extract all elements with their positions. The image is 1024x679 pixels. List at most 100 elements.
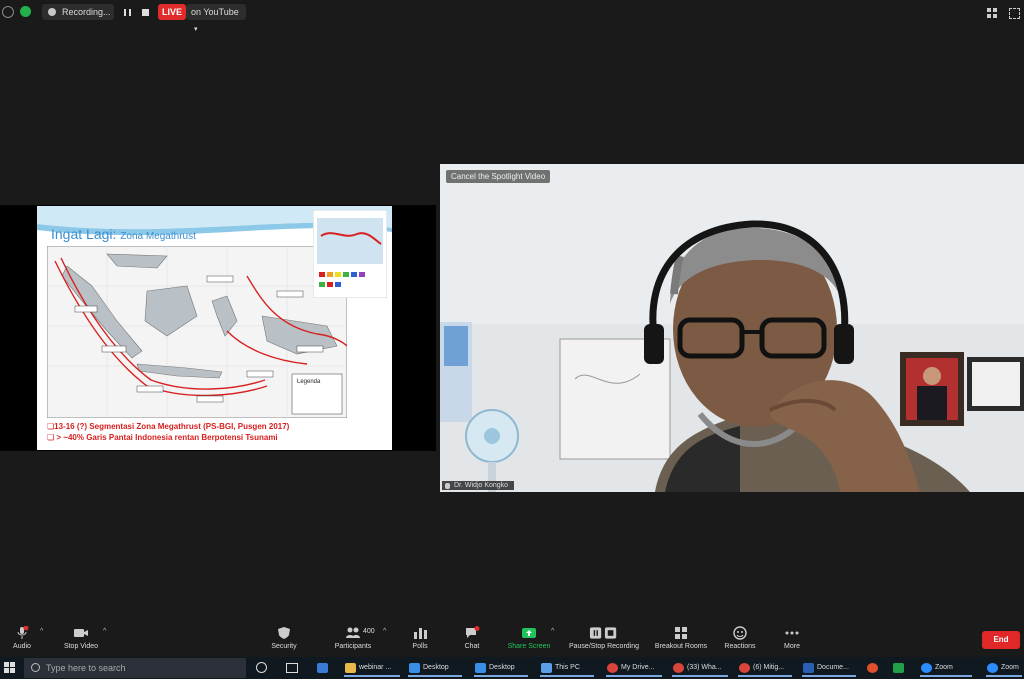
pause-stop-recording-button[interactable]: Pause/Stop Recording — [564, 620, 644, 657]
chat-button[interactable]: Chat — [456, 620, 488, 657]
map-legend-title: Legenda — [297, 379, 321, 385]
megathrust-map: Legenda — [47, 246, 347, 418]
participant-video: Cancel the Spotlight Video Dr. Widjo Kon… — [440, 164, 1024, 492]
more-button[interactable]: More — [776, 620, 808, 657]
live-destination-label: on YouTube — [191, 7, 239, 17]
media-app-icon — [867, 663, 878, 673]
presentation-slide: Ingat Lagi: Zona Megathrust Legenda ❏13-… — [37, 206, 392, 450]
video-camera-icon — [74, 629, 88, 637]
word-icon — [803, 663, 814, 673]
taskbar-item-zoom-2[interactable]: Zoom — [984, 659, 1024, 677]
end-meeting-button[interactable]: End — [982, 631, 1020, 649]
slide-title-main: Ingat Lagi: — [51, 226, 117, 242]
windows-taskbar: Type here to search webinar ... Desktop … — [0, 657, 1024, 679]
security-button[interactable]: Security — [266, 620, 302, 657]
chrome-icon — [739, 663, 750, 673]
search-placeholder: Type here to search — [46, 663, 126, 673]
participants-label: Participants — [334, 643, 372, 650]
stop-recording-icon[interactable] — [142, 9, 149, 16]
taskbar-item-webinar[interactable]: webinar ... — [342, 659, 402, 677]
taskbar-app-media[interactable] — [864, 659, 884, 677]
pause-stop-recording-label: Pause/Stop Recording — [568, 643, 640, 650]
taskbar-item-desktop-2[interactable]: Desktop — [472, 659, 530, 677]
breakout-rooms-icon — [675, 627, 687, 639]
participant-name-tag: Dr. Widjo Kongko — [442, 481, 515, 490]
share-options-chevron-icon[interactable]: ^ — [551, 628, 554, 635]
taskbar-item-this-pc[interactable]: This PC — [538, 659, 596, 677]
recording-dot-icon — [48, 8, 56, 16]
taskbar-item-whatsapp[interactable]: (33) Wha... — [670, 659, 730, 677]
cortana-icon[interactable] — [256, 662, 267, 673]
chevron-down-icon: ▾ — [194, 26, 198, 33]
zoom-icon — [921, 663, 932, 673]
share-screen-button[interactable]: Share Screen — [505, 620, 553, 657]
meeting-info-icon[interactable] — [2, 6, 14, 18]
speaker-video-feed — [440, 164, 1024, 492]
taskbar-item-document[interactable]: Docume... — [800, 659, 858, 677]
task-view-icon[interactable] — [286, 663, 298, 673]
audio-label: Audio — [13, 643, 31, 650]
taskbar-item-desktop-1[interactable]: Desktop — [406, 659, 464, 677]
taskbar-item-label: Desktop — [423, 664, 449, 671]
slide-title: Ingat Lagi: Zona Megathrust — [51, 226, 196, 242]
shield-icon — [278, 627, 290, 639]
slide-inset-map — [313, 210, 387, 298]
breakout-rooms-button[interactable]: Breakout Rooms — [650, 620, 712, 657]
taskbar-app-mail[interactable] — [314, 659, 342, 677]
slide-bullet-2: ❏ > ~40% Garis Pantai Indonesia rentan B… — [47, 433, 278, 442]
encryption-shield-icon[interactable] — [20, 6, 31, 17]
stop-video-label: Stop Video — [63, 643, 99, 650]
desktop-icon — [475, 663, 486, 673]
reactions-button[interactable]: Reactions — [720, 620, 760, 657]
taskbar-item-zoom-1[interactable]: Zoom — [918, 659, 974, 677]
pause-recording-icon[interactable] — [124, 9, 131, 16]
slide-bullet-1: ❏13-16 (?) Segmentasi Zona Megathrust (P… — [47, 422, 290, 431]
gallery-view-icon[interactable] — [987, 8, 997, 18]
desktop-icon — [409, 663, 420, 673]
taskbar-item-my-drive[interactable]: My Drive... — [604, 659, 664, 677]
taskbar-item-label: Zoom — [935, 664, 953, 671]
live-destination-dropdown[interactable]: on YouTube ▾ — [186, 4, 246, 33]
pause-stop-recording-icon — [589, 627, 617, 639]
computer-icon — [541, 663, 552, 673]
audio-button[interactable]: Audio — [4, 620, 40, 657]
chrome-icon — [673, 663, 684, 673]
taskbar-item-label: (6) Mitig... — [753, 664, 785, 671]
stop-video-button[interactable]: Stop Video — [58, 620, 104, 657]
chrome-icon — [607, 663, 618, 673]
polls-button[interactable]: Polls — [404, 620, 436, 657]
participants-options-chevron-icon[interactable]: ^ — [383, 628, 386, 635]
chat-label: Chat — [464, 643, 480, 650]
breakout-rooms-label: Breakout Rooms — [654, 643, 708, 650]
fullscreen-icon[interactable] — [1009, 8, 1020, 19]
recording-label: Recording... — [62, 7, 111, 17]
share-screen-label: Share Screen — [507, 643, 551, 650]
taskbar-item-label: Zoom — [1001, 664, 1019, 671]
windows-start-icon[interactable] — [4, 662, 16, 674]
taskbar-search-box[interactable]: Type here to search — [24, 658, 246, 678]
security-label: Security — [271, 643, 297, 650]
taskbar-item-label: Desktop — [489, 664, 515, 671]
more-ellipsis-icon — [785, 631, 799, 635]
taskbar-item-mitigation[interactable]: (6) Mitig... — [736, 659, 794, 677]
participants-icon — [346, 627, 360, 638]
participants-button[interactable]: Participants — [330, 620, 376, 657]
audio-options-chevron-icon[interactable]: ^ — [40, 628, 43, 635]
taskbar-app-excel[interactable] — [890, 659, 910, 677]
polls-label: Polls — [412, 643, 428, 650]
participant-name-label: Dr. Widjo Kongko — [454, 482, 509, 489]
taskbar-item-label: (33) Wha... — [687, 664, 722, 671]
zoom-icon — [987, 663, 998, 673]
video-options-chevron-icon[interactable]: ^ — [103, 628, 106, 635]
cancel-spotlight-button[interactable]: Cancel the Spotlight Video — [446, 170, 551, 183]
taskbar-item-label: My Drive... — [621, 664, 655, 671]
polls-chart-icon — [414, 628, 427, 639]
participants-count: 400 — [363, 628, 375, 635]
taskbar-item-label: Docume... — [817, 664, 849, 671]
recording-indicator: Recording... — [42, 4, 114, 20]
excel-icon — [893, 663, 904, 673]
folder-icon — [345, 663, 356, 673]
meeting-top-bar: Recording... LIVE on YouTube ▾ — [0, 0, 1024, 33]
reactions-smiley-icon — [733, 626, 747, 640]
mail-app-icon — [317, 663, 328, 673]
